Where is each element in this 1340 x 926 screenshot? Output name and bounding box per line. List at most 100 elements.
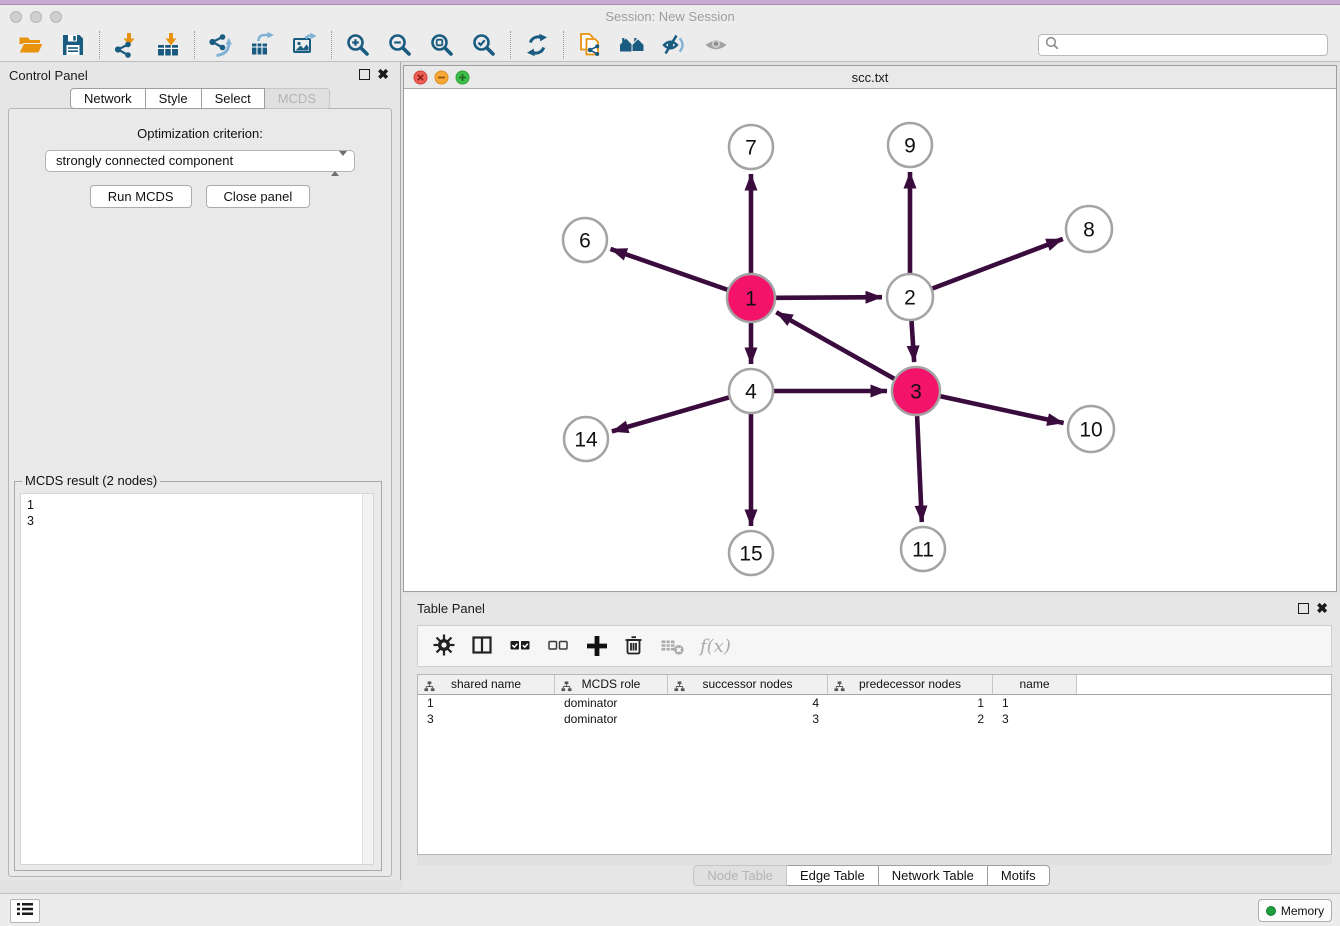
show-details-icon[interactable]: [703, 32, 729, 58]
memory-button[interactable]: Memory: [1258, 899, 1332, 922]
graph-node-label: 10: [1079, 419, 1102, 442]
graph-node-label: 6: [579, 230, 591, 253]
table-cell[interactable]: 3: [668, 711, 828, 727]
open-session-icon[interactable]: [18, 32, 44, 58]
mcds-result-list[interactable]: 13: [20, 493, 374, 865]
optimization-criterion-label: Optimization criterion:: [9, 126, 391, 141]
table-tabs: Node TableEdge TableNetwork TableMotifs: [403, 865, 1340, 886]
close-panel-button[interactable]: Close panel: [206, 185, 311, 208]
unselect-all-icon[interactable]: [546, 633, 572, 659]
delete-columns-icon[interactable]: [622, 633, 648, 659]
show-columns-icon[interactable]: [470, 633, 496, 659]
main-toolbar: [0, 28, 1340, 62]
import-network-icon[interactable]: [113, 32, 139, 58]
float-panel-icon[interactable]: [359, 69, 370, 80]
tab-style[interactable]: Style: [146, 88, 202, 109]
column-header-label: MCDS role: [582, 677, 641, 691]
run-mcds-button[interactable]: Run MCDS: [90, 185, 192, 208]
select-all-icon[interactable]: [508, 633, 534, 659]
optimization-criterion-select[interactable]: strongly connected component: [45, 150, 355, 172]
control-panel: Control Panel ✖ NetworkStyleSelectMCDS O…: [0, 62, 401, 880]
tab-network-table[interactable]: Network Table: [879, 865, 988, 886]
window-title: Session: New Session: [0, 9, 1340, 24]
toggle-graphics-icon[interactable]: [661, 32, 687, 58]
float-table-panel-icon[interactable]: [1298, 603, 1309, 614]
table-row[interactable]: 1dominator411: [418, 695, 1331, 711]
graph-node-label: 8: [1083, 219, 1095, 242]
zoom-selected-icon[interactable]: [471, 32, 497, 58]
table-cell[interactable]: 2: [828, 711, 993, 727]
node-table[interactable]: shared name MCDS role successor nodes prede…: [417, 674, 1332, 855]
tab-network[interactable]: Network: [70, 88, 146, 109]
import-table-icon[interactable]: [155, 32, 181, 58]
graph-edge-3-10[interactable]: [940, 396, 1063, 423]
column-header-name[interactable]: name: [993, 675, 1077, 694]
graph-node-label: 14: [574, 429, 598, 452]
table-cell[interactable]: 1: [828, 695, 993, 711]
graph-node-label: 9: [904, 135, 916, 158]
network-graph: 7968124314101511: [404, 89, 1336, 591]
table-mode-gear-icon[interactable]: [432, 633, 458, 659]
close-table-panel-icon[interactable]: ✖: [1316, 601, 1328, 615]
graph-node-label: 11: [912, 539, 934, 562]
network-window-titlebar[interactable]: scc.txt: [404, 66, 1336, 89]
table-row[interactable]: 3dominator323: [418, 711, 1331, 727]
graph-node-label: 4: [745, 381, 757, 404]
column-header-predecessor-nodes[interactable]: predecessor nodes: [828, 675, 993, 694]
delete-table-icon[interactable]: [660, 633, 686, 659]
application-window: Session: New Session Control Panel ✖ Net…: [0, 0, 1340, 926]
search-input[interactable]: [1063, 36, 1327, 54]
export-network-icon[interactable]: [208, 32, 234, 58]
table-cell[interactable]: 1: [418, 695, 555, 711]
graph-edge-2-8[interactable]: [932, 239, 1062, 289]
graph-edge-3-11[interactable]: [917, 416, 922, 522]
column-type-icon: [424, 679, 435, 698]
save-session-icon[interactable]: [60, 32, 86, 58]
mcds-result-value: 1: [27, 497, 367, 513]
tab-motifs[interactable]: Motifs: [988, 865, 1050, 886]
column-header-label: name: [1019, 677, 1049, 691]
select-stepper-icon: [331, 154, 347, 174]
table-cell[interactable]: 3: [993, 711, 1077, 727]
column-type-icon: [674, 679, 685, 698]
toolbar-separator: [331, 31, 332, 59]
graph-edge-1-6[interactable]: [610, 249, 727, 290]
selected-option: strongly connected component: [56, 153, 233, 168]
create-column-icon[interactable]: [584, 633, 610, 659]
zoom-fit-icon[interactable]: [429, 32, 455, 58]
zoom-out-icon[interactable]: [387, 32, 413, 58]
duplicate-network-icon[interactable]: [577, 32, 603, 58]
result-scrollbar[interactable]: [362, 494, 373, 864]
table-cell[interactable]: 1: [993, 695, 1077, 711]
column-header-shared-name[interactable]: shared name: [418, 675, 555, 694]
zoom-in-icon[interactable]: [345, 32, 371, 58]
close-panel-icon[interactable]: ✖: [377, 67, 389, 81]
tab-select[interactable]: Select: [202, 88, 265, 109]
graph-edge-2-3[interactable]: [912, 321, 915, 362]
function-builder-icon[interactable]: f(x): [700, 636, 731, 657]
home-icon[interactable]: [619, 32, 645, 58]
mcds-result-groupbox: MCDS result (2 nodes) 13: [14, 481, 382, 871]
tab-mcds[interactable]: MCDS: [265, 88, 330, 109]
graph-edge-3-1[interactable]: [776, 312, 894, 378]
workspace: Control Panel ✖ NetworkStyleSelectMCDS O…: [0, 62, 1340, 893]
column-header-successor-nodes[interactable]: successor nodes: [668, 675, 828, 694]
export-image-icon[interactable]: [292, 32, 318, 58]
graph-edge-4-14[interactable]: [612, 397, 729, 431]
refresh-layout-icon[interactable]: [524, 32, 550, 58]
task-history-button[interactable]: [10, 899, 40, 923]
tab-node-table[interactable]: Node Table: [693, 865, 787, 886]
export-table-icon[interactable]: [250, 32, 276, 58]
network-canvas[interactable]: 7968124314101511: [404, 89, 1336, 591]
table-panel-header: Table Panel ✖: [403, 595, 1340, 621]
column-header-label: successor nodes: [702, 677, 792, 691]
graph-edge-1-2[interactable]: [776, 297, 882, 298]
table-cell[interactable]: 3: [418, 711, 555, 727]
column-header-MCDS-role[interactable]: MCDS role: [555, 675, 668, 694]
table-cell[interactable]: 4: [668, 695, 828, 711]
table-cell[interactable]: dominator: [555, 711, 668, 727]
search-field[interactable]: [1038, 34, 1328, 56]
macos-titlebar: Session: New Session: [0, 5, 1340, 28]
tab-edge-table[interactable]: Edge Table: [787, 865, 879, 886]
toolbar-separator: [194, 31, 195, 59]
